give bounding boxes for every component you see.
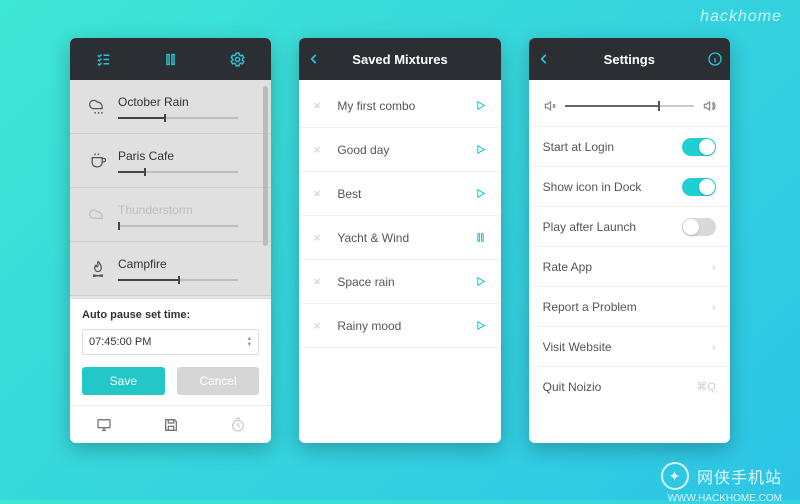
cloud-rain-icon <box>82 97 114 117</box>
time-value: 07:45:00 PM <box>89 336 151 348</box>
settings-body: Start at Login Show icon in Dock Play afte… <box>529 80 730 412</box>
sound-name: Thunderstorm <box>118 203 261 217</box>
tab-pause-icon[interactable] <box>156 51 186 68</box>
sound-slider[interactable] <box>118 171 238 173</box>
mixture-name: Space rain <box>337 275 473 289</box>
scrollbar[interactable] <box>263 86 268 246</box>
delete-icon[interactable]: × <box>313 318 327 333</box>
tab-list-icon[interactable] <box>89 51 119 68</box>
mixture-row[interactable]: × Yacht & Wind <box>299 216 500 260</box>
toggle-switch[interactable] <box>682 138 716 156</box>
fire-icon <box>82 259 114 279</box>
play-icon[interactable] <box>474 143 487 156</box>
delete-icon[interactable]: × <box>313 274 327 289</box>
settings-label: Report a Problem <box>543 300 712 314</box>
volume-mute-icon[interactable] <box>543 99 557 113</box>
shortcut-label: ⌘Q <box>696 380 716 393</box>
toggle-switch[interactable] <box>682 178 716 196</box>
toggle-switch[interactable] <box>682 218 716 236</box>
back-button[interactable] <box>299 52 329 66</box>
settings-label: Rate App <box>543 260 712 274</box>
play-icon[interactable] <box>474 99 487 112</box>
mixture-row[interactable]: × My first combo <box>299 84 500 128</box>
settings-label: Visit Website <box>543 340 712 354</box>
watermark-bottom: ✦ 网侠手机站 WWW.HACKHOME.COM <box>661 462 782 490</box>
pause-icon[interactable] <box>474 231 487 244</box>
mixtures-title: Saved Mixtures <box>329 52 470 67</box>
sound-name: Paris Cafe <box>118 149 261 163</box>
back-button[interactable] <box>529 52 559 66</box>
delete-icon[interactable]: × <box>313 186 327 201</box>
settings-row[interactable]: Start at Login <box>529 126 730 166</box>
volume-slider[interactable] <box>565 105 694 107</box>
mixture-row[interactable]: × Good day <box>299 128 500 172</box>
panel-mixtures: Saved Mixtures ×My first combo×Good day×… <box>299 38 500 443</box>
settings-label: Show icon in Dock <box>543 180 682 194</box>
settings-label: Quit Noizio <box>543 380 697 394</box>
settings-row[interactable]: Rate App› <box>529 246 730 286</box>
sound-slider[interactable] <box>118 279 238 281</box>
settings-row[interactable]: Show icon in Dock <box>529 166 730 206</box>
settings-row[interactable]: Report a Problem› <box>529 286 730 326</box>
footer-tabbar <box>70 405 271 443</box>
auto-pause-title: Auto pause set time: <box>82 309 259 321</box>
stepper-icon[interactable]: ▲▼ <box>246 337 252 348</box>
timer-icon[interactable] <box>230 417 246 433</box>
settings-row[interactable]: Quit Noizio⌘Q <box>529 366 730 406</box>
mixture-name: Best <box>337 187 473 201</box>
watermark-logo-icon: ✦ <box>661 462 689 490</box>
save-disk-icon[interactable] <box>163 417 179 433</box>
play-icon[interactable] <box>474 275 487 288</box>
chevron-right-icon: › <box>712 260 716 274</box>
settings-label: Start at Login <box>543 140 682 154</box>
mixture-row[interactable]: × Rainy mood <box>299 304 500 348</box>
sound-row[interactable]: October Rain <box>70 80 271 134</box>
time-input[interactable]: 07:45:00 PM ▲▼ <box>82 329 259 355</box>
tabbar <box>70 38 271 80</box>
mixture-list: × My first combo × Good day × Best × Yacht & Wi… <box>299 80 500 352</box>
mixture-name: Good day <box>337 143 473 157</box>
volume-row <box>529 86 730 126</box>
info-icon[interactable] <box>700 51 730 67</box>
sound-slider[interactable] <box>118 117 238 119</box>
mixture-row[interactable]: × Space rain <box>299 260 500 304</box>
chevron-right-icon: › <box>712 300 716 314</box>
sound-name: Campfire <box>118 257 261 271</box>
settings-row[interactable]: Play after Launch <box>529 206 730 246</box>
play-icon[interactable] <box>474 319 487 332</box>
sound-row[interactable]: Campfire <box>70 242 271 296</box>
delete-icon[interactable]: × <box>313 230 327 245</box>
cancel-button[interactable]: Cancel <box>177 367 260 395</box>
sound-list: October Rain Paris Cafe Thunderstorm Campfi… <box>70 80 271 298</box>
sound-slider[interactable] <box>118 225 238 227</box>
mixture-name: Yacht & Wind <box>337 231 473 245</box>
sound-name: October Rain <box>118 95 261 109</box>
mixture-row[interactable]: × Best <box>299 172 500 216</box>
delete-icon[interactable]: × <box>313 98 327 113</box>
cup-icon <box>82 151 114 171</box>
chevron-right-icon: › <box>712 340 716 354</box>
auto-pause-section: Auto pause set time: 07:45:00 PM ▲▼ Save… <box>70 298 271 405</box>
sound-row[interactable]: Paris Cafe <box>70 134 271 188</box>
mixture-name: Rainy mood <box>337 319 473 333</box>
settings-title: Settings <box>559 52 700 67</box>
watermark-top: hackhome <box>700 8 782 26</box>
play-icon[interactable] <box>474 187 487 200</box>
panel-sounds: October Rain Paris Cafe Thunderstorm Campfi… <box>70 38 271 443</box>
panel-settings: Settings Start at Login Show icon in Dock… <box>529 38 730 443</box>
monitor-icon[interactable] <box>96 417 112 433</box>
cloud-icon <box>82 205 114 225</box>
delete-icon[interactable]: × <box>313 142 327 157</box>
volume-loud-icon[interactable] <box>702 99 716 113</box>
sound-row[interactable]: Thunderstorm <box>70 188 271 242</box>
save-button[interactable]: Save <box>82 367 165 395</box>
mixture-name: My first combo <box>337 99 473 113</box>
tab-settings-icon[interactable] <box>223 51 253 68</box>
settings-row[interactable]: Visit Website› <box>529 326 730 366</box>
settings-label: Play after Launch <box>543 220 682 234</box>
